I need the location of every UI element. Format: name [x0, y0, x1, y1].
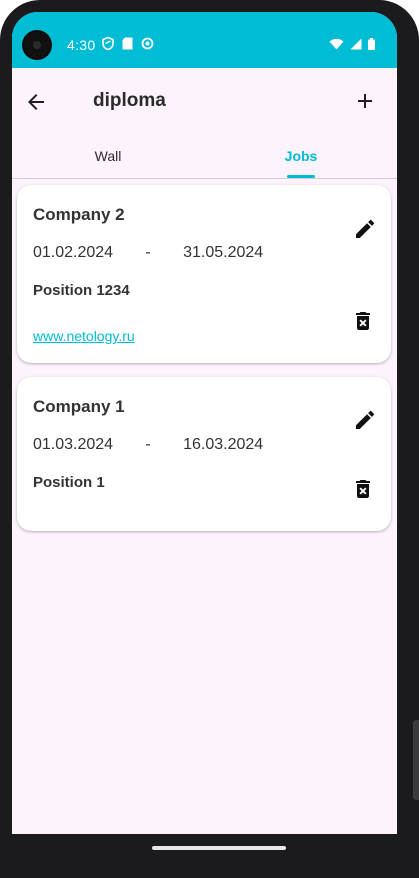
tab-wall[interactable]: Wall	[12, 134, 204, 178]
delete-forever-icon	[356, 480, 370, 498]
edit-pencil-icon	[356, 219, 375, 238]
edit-pencil-icon	[356, 410, 375, 429]
start-date: 01.02.2024	[33, 244, 114, 261]
job-position: Position 1	[33, 474, 105, 491]
front-camera	[24, 32, 50, 58]
battery-icon	[368, 38, 375, 50]
company-name: Company 2	[33, 205, 125, 224]
home-gesture-handle[interactable]	[152, 846, 286, 850]
page-title: diploma	[93, 90, 166, 111]
back-button[interactable]	[24, 90, 48, 114]
gesture-nav-area	[0, 834, 419, 878]
arrow-back-icon	[28, 94, 44, 110]
company-name: Company 1	[33, 397, 125, 416]
status-system-icons	[329, 38, 375, 50]
plus-icon	[358, 94, 372, 108]
date-separator: -	[145, 436, 151, 453]
delete-job-button[interactable]	[351, 477, 375, 501]
sd-card-icon	[122, 37, 133, 50]
edit-job-button[interactable]	[353, 408, 377, 432]
start-date: 01.03.2024	[33, 436, 114, 453]
job-card: Company 2 01.02.2024 - 31.05.2024 Position…	[17, 185, 391, 363]
job-dates: 01.02.2024 - 31.05.2024	[33, 244, 263, 262]
end-date: 31.05.2024	[183, 244, 264, 261]
edit-job-button[interactable]	[353, 217, 377, 241]
app-screen: 4:30 diploma Wall Jobs Company 2 01.02.2…	[12, 12, 397, 834]
wifi-icon	[329, 38, 344, 50]
tab-indicator	[287, 175, 315, 178]
status-bar: 4:30	[12, 12, 397, 68]
shield-icon	[102, 37, 114, 50]
job-link[interactable]: www.netology.ru	[33, 328, 135, 344]
status-notification-icons	[102, 37, 154, 50]
add-job-button[interactable]	[353, 89, 377, 113]
job-position: Position 1234	[33, 282, 130, 299]
top-app-bar: diploma	[12, 68, 397, 134]
signal-icon	[350, 38, 362, 50]
date-separator: -	[145, 244, 151, 261]
job-card: Company 1 01.03.2024 - 16.03.2024 Position…	[17, 377, 391, 531]
sync-icon	[141, 37, 154, 50]
delete-forever-icon	[356, 312, 370, 330]
tab-row: Wall Jobs	[12, 134, 397, 179]
delete-job-button[interactable]	[351, 309, 375, 333]
end-date: 16.03.2024	[183, 436, 264, 453]
status-time: 4:30	[67, 37, 96, 53]
job-dates: 01.03.2024 - 16.03.2024	[33, 436, 263, 454]
tab-jobs[interactable]: Jobs	[205, 134, 397, 178]
